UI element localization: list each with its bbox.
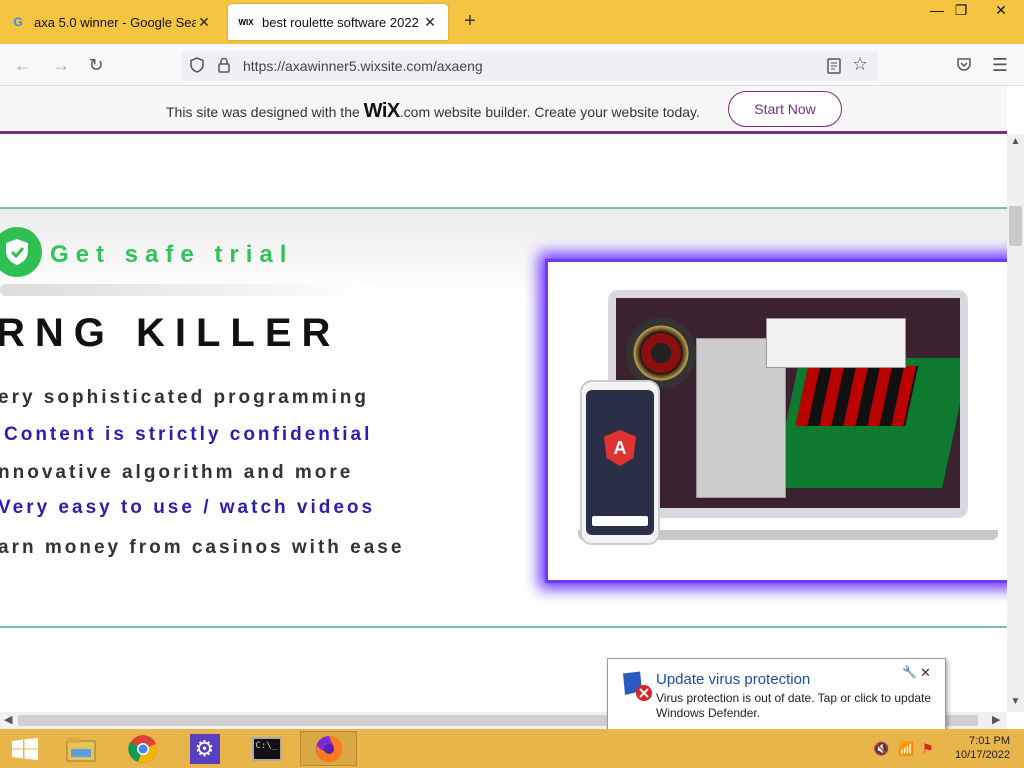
volume-muted-icon[interactable]: 🔇 [873,741,889,757]
tab-title: axa 5.0 winner - Google Search [34,14,196,30]
browser-titlebar: G axa 5.0 winner - Google Search ✕ WIX b… [0,0,1024,44]
roulette-wheel-image [626,318,696,388]
notification-title: Update virus protection [656,671,811,688]
feature-line: arn money from casinos with ease [0,537,405,558]
software-window-image [766,318,906,368]
wix-banner: This site was designed with the WiX.com … [0,86,1007,134]
google-icon: G [13,15,23,29]
url-text[interactable]: https://axawinner5.wixsite.com/axaeng [243,58,483,74]
reader-view-icon[interactable] [826,57,842,80]
feature-line: Content is strictly confidential [4,424,373,445]
scroll-left-icon[interactable]: ◀ [4,713,12,726]
defender-notification[interactable]: Update virus protection Virus protection… [607,658,946,730]
close-window-button[interactable]: ✕ [984,0,1018,22]
page-title: RNG KILLER [0,311,341,355]
scrollbar-thumb[interactable] [1009,206,1022,246]
new-tab-button[interactable]: + [458,10,482,33]
lock-icon[interactable] [216,56,232,79]
tab-google-search[interactable]: G axa 5.0 winner - Google Search ✕ [0,4,222,40]
action-center-warning-icon[interactable]: ⚑ [922,741,934,757]
roulette-software-screenshot [616,298,960,508]
banner-text-after: .com website builder. Create your websit… [399,104,700,120]
wix-banner-text: This site was designed with the WiX.com … [166,100,700,123]
bookmark-star-icon[interactable]: ☆ [852,54,868,75]
shield-check-icon [0,227,42,277]
phone-button-image [592,516,648,526]
roulette-table-image [772,358,960,488]
tab-wix-site[interactable]: WIX best roulette software 2022 |roulett… [228,4,448,40]
start-now-button[interactable]: Start Now [728,91,842,127]
wix-logo: WiX [363,100,401,122]
vertical-scrollbar[interactable]: ▲ ▼ [1007,134,1024,712]
restore-button[interactable]: ❐ [944,0,978,22]
scroll-up-icon[interactable]: ▲ [1007,136,1024,147]
defender-warning-icon [620,669,652,701]
banner-text-before: This site was designed with the [166,104,364,120]
settings-gear-icon[interactable]: ⚙ [176,731,233,766]
hero-section: Get safe trial RNG KILLER ery sophistica… [0,207,1015,628]
phone-mockup: A [580,380,660,545]
pin-icon[interactable]: 🔧 [902,665,917,679]
software-promo-image: A [545,259,1015,583]
menu-icon[interactable]: ☰ [989,54,1011,76]
back-arrow-icon[interactable]: ← [12,54,34,76]
close-tab-icon[interactable]: ✕ [196,14,212,31]
feature-line: Very easy to use / watch videos [0,497,376,518]
file-explorer-icon[interactable] [52,731,109,766]
taskbar: ⚙ C:\_ 🔇 📶 ⚑ 7:01 PM 10/17/2022 [0,729,1024,768]
close-icon[interactable]: ✕ [920,665,931,681]
wix-icon: WIX [238,17,254,27]
windows-start-button[interactable] [12,738,38,760]
scroll-down-icon[interactable]: ▼ [1007,696,1024,707]
command-prompt-icon[interactable]: C:\_ [238,731,295,766]
laptop-mockup [608,290,968,518]
notification-body: Virus protection is out of date. Tap or … [656,691,932,720]
address-bar[interactable]: https://axawinner5.wixsite.com/axaeng ☆ [182,51,878,81]
clock-date: 10/17/2022 [954,749,1010,761]
close-tab-icon[interactable]: ✕ [422,14,438,31]
safe-trial-heading: Get safe trial [50,241,294,268]
decorative-underline [0,284,375,296]
reload-icon[interactable]: ↻ [85,54,107,76]
pocket-icon[interactable] [953,54,975,76]
scroll-right-icon[interactable]: ▶ [992,713,1000,726]
clock-time: 7:01 PM [969,735,1010,747]
angular-logo-icon: A [604,430,636,466]
network-icon[interactable]: 📶 [898,741,914,757]
feature-line: ery sophisticated programming [0,387,370,408]
firefox-icon[interactable] [300,731,357,766]
shield-tracking-icon[interactable] [188,56,206,79]
phone-screen: A [586,390,654,535]
feature-line: nnovative algorithm and more [0,462,354,483]
navigation-toolbar: ← → ↻ https://axawinner5.wixsite.com/axa… [0,44,1024,86]
tab-title: best roulette software 2022 |roulette [262,14,422,30]
system-clock[interactable]: 7:01 PM 10/17/2022 [950,734,1010,762]
chrome-icon[interactable] [114,731,171,766]
forward-arrow-icon[interactable]: → [50,54,72,76]
